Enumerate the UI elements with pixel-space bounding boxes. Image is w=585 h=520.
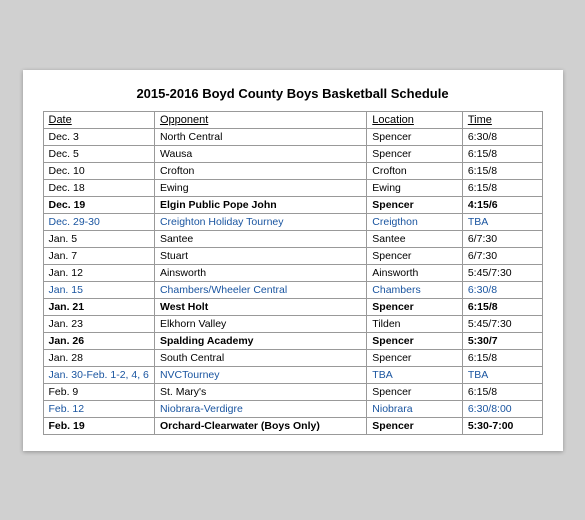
cell-opponent: Elkhorn Valley — [154, 315, 366, 332]
cell-date: Jan. 21 — [43, 298, 154, 315]
cell-location: Ainsworth — [367, 264, 463, 281]
cell-date: Dec. 19 — [43, 196, 154, 213]
cell-location: Chambers — [367, 281, 463, 298]
table-row: Dec. 19Elgin Public Pope JohnSpencer4:15… — [43, 196, 542, 213]
page-title: 2015-2016 Boyd County Boys Basketball Sc… — [43, 86, 543, 101]
cell-date: Dec. 18 — [43, 179, 154, 196]
cell-time: 6:15/8 — [462, 383, 542, 400]
cell-location: Ewing — [367, 179, 463, 196]
cell-time: 4:15/6 — [462, 196, 542, 213]
cell-date: Jan. 12 — [43, 264, 154, 281]
table-row: Dec. 5WausaSpencer6:15/8 — [43, 145, 542, 162]
cell-location: Spencer — [367, 332, 463, 349]
cell-date: Feb. 19 — [43, 417, 154, 434]
cell-date: Jan. 26 — [43, 332, 154, 349]
table-row: Jan. 7StuartSpencer6/7:30 — [43, 247, 542, 264]
table-row: Jan. 30-Feb. 1-2, 4, 6NVCTourneyTBATBA — [43, 366, 542, 383]
cell-location: Spencer — [367, 383, 463, 400]
cell-opponent: Chambers/Wheeler Central — [154, 281, 366, 298]
cell-time: 5:45/7:30 — [462, 315, 542, 332]
cell-opponent: Creighton Holiday Tourney — [154, 213, 366, 230]
cell-location: Spencer — [367, 128, 463, 145]
cell-location: Spencer — [367, 349, 463, 366]
table-row: Jan. 23Elkhorn ValleyTilden5:45/7:30 — [43, 315, 542, 332]
cell-time: 6:30/8 — [462, 128, 542, 145]
cell-opponent: West Holt — [154, 298, 366, 315]
cell-location: Spencer — [367, 417, 463, 434]
cell-date: Jan. 7 — [43, 247, 154, 264]
col-date: Date — [43, 111, 154, 128]
cell-opponent: NVCTourney — [154, 366, 366, 383]
cell-time: TBA — [462, 366, 542, 383]
cell-opponent: North Central — [154, 128, 366, 145]
cell-date: Jan. 30-Feb. 1-2, 4, 6 — [43, 366, 154, 383]
table-header-row: Date Opponent Location Time — [43, 111, 542, 128]
cell-opponent: Ainsworth — [154, 264, 366, 281]
cell-location: Spencer — [367, 247, 463, 264]
table-row: Dec. 29-30Creighton Holiday TourneyCreig… — [43, 213, 542, 230]
table-row: Jan. 21West HoltSpencer6:15/8 — [43, 298, 542, 315]
cell-time: 5:30/7 — [462, 332, 542, 349]
cell-date: Jan. 28 — [43, 349, 154, 366]
cell-opponent: Spalding Academy — [154, 332, 366, 349]
cell-opponent: Santee — [154, 230, 366, 247]
cell-location: Santee — [367, 230, 463, 247]
cell-opponent: Orchard-Clearwater (Boys Only) — [154, 417, 366, 434]
table-row: Feb. 9St. Mary'sSpencer6:15/8 — [43, 383, 542, 400]
cell-time: 6:15/8 — [462, 162, 542, 179]
cell-date: Jan. 23 — [43, 315, 154, 332]
col-opponent: Opponent — [154, 111, 366, 128]
cell-time: 6/7:30 — [462, 247, 542, 264]
cell-time: TBA — [462, 213, 542, 230]
cell-location: Spencer — [367, 145, 463, 162]
table-row: Jan. 26Spalding AcademySpencer5:30/7 — [43, 332, 542, 349]
cell-time: 6:15/8 — [462, 145, 542, 162]
table-row: Jan. 15Chambers/Wheeler CentralChambers6… — [43, 281, 542, 298]
cell-opponent: Niobrara-Verdigre — [154, 400, 366, 417]
schedule-card: 2015-2016 Boyd County Boys Basketball Sc… — [23, 70, 563, 451]
cell-date: Jan. 15 — [43, 281, 154, 298]
cell-opponent: St. Mary's — [154, 383, 366, 400]
cell-opponent: Ewing — [154, 179, 366, 196]
cell-location: Tilden — [367, 315, 463, 332]
cell-opponent: South Central — [154, 349, 366, 366]
cell-date: Jan. 5 — [43, 230, 154, 247]
cell-date: Dec. 3 — [43, 128, 154, 145]
cell-time: 5:30-7:00 — [462, 417, 542, 434]
table-row: Jan. 5SanteeSantee6/7:30 — [43, 230, 542, 247]
schedule-table: Date Opponent Location Time Dec. 3North … — [43, 111, 543, 435]
cell-time: 6:30/8:00 — [462, 400, 542, 417]
col-time: Time — [462, 111, 542, 128]
cell-location: Creigthon — [367, 213, 463, 230]
cell-time: 5:45/7:30 — [462, 264, 542, 281]
cell-location: Crofton — [367, 162, 463, 179]
cell-time: 6/7:30 — [462, 230, 542, 247]
cell-opponent: Crofton — [154, 162, 366, 179]
cell-opponent: Wausa — [154, 145, 366, 162]
table-row: Dec. 18EwingEwing6:15/8 — [43, 179, 542, 196]
cell-opponent: Stuart — [154, 247, 366, 264]
table-row: Dec. 3North CentralSpencer6:30/8 — [43, 128, 542, 145]
cell-location: Spencer — [367, 196, 463, 213]
table-row: Jan. 28South CentralSpencer6:15/8 — [43, 349, 542, 366]
cell-location: TBA — [367, 366, 463, 383]
cell-date: Feb. 9 — [43, 383, 154, 400]
cell-location: Spencer — [367, 298, 463, 315]
cell-date: Dec. 10 — [43, 162, 154, 179]
cell-date: Feb. 12 — [43, 400, 154, 417]
cell-time: 6:15/8 — [462, 179, 542, 196]
cell-location: Niobrara — [367, 400, 463, 417]
table-row: Feb. 12Niobrara-VerdigreNiobrara6:30/8:0… — [43, 400, 542, 417]
cell-time: 6:15/8 — [462, 349, 542, 366]
table-row: Dec. 10CroftonCrofton6:15/8 — [43, 162, 542, 179]
cell-time: 6:30/8 — [462, 281, 542, 298]
table-row: Jan. 12AinsworthAinsworth5:45/7:30 — [43, 264, 542, 281]
col-location: Location — [367, 111, 463, 128]
cell-opponent: Elgin Public Pope John — [154, 196, 366, 213]
cell-date: Dec. 29-30 — [43, 213, 154, 230]
cell-date: Dec. 5 — [43, 145, 154, 162]
table-row: Feb. 19Orchard-Clearwater (Boys Only)Spe… — [43, 417, 542, 434]
cell-time: 6:15/8 — [462, 298, 542, 315]
